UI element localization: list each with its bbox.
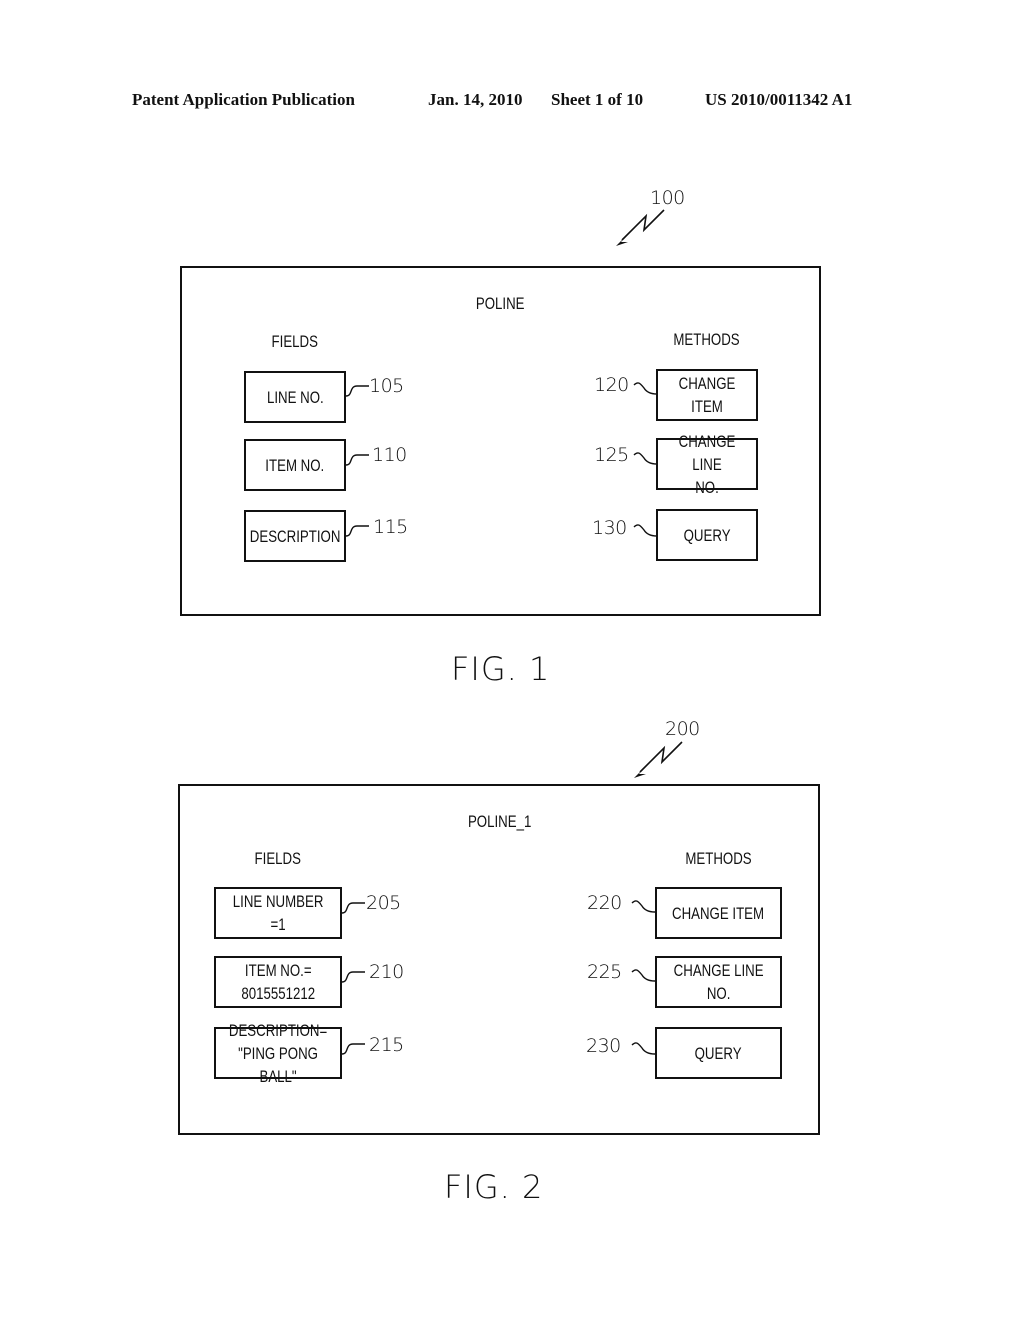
figure-1-pointer-arrow-icon [616, 209, 665, 246]
leader-line-icon [633, 452, 658, 465]
figure-2-method-ref: 230 [586, 1035, 621, 1057]
leader-line-icon [633, 382, 658, 395]
figure-2-ref: 200 [665, 718, 700, 740]
figure-1-fields-heading: FIELDS [271, 332, 319, 351]
sheet-number: Sheet 1 of 10 [551, 90, 644, 109]
leader-line-icon [631, 969, 656, 982]
figure-2-field-line-number: LINE NUMBER =1 [214, 887, 342, 939]
figure-1-field-line-no: LINE NO. [244, 371, 346, 423]
publication-date: Jan. 14, 2010 [428, 90, 523, 109]
figure-1-method-query: QUERY [656, 509, 758, 561]
figure-2-method-ref: 220 [587, 892, 622, 914]
publication-title: Patent Application Publication [132, 90, 355, 109]
leader-line-icon [345, 385, 369, 397]
figure-2-pointer-arrow-icon [634, 741, 683, 778]
figure-1-methods-heading: METHODS [672, 330, 740, 349]
figure-1-caption: FIG. 1 [451, 650, 551, 688]
figure-2-methods-heading: METHODS [684, 849, 752, 868]
figure-2-field-ref: 215 [369, 1034, 404, 1056]
figure-1-field-ref: 105 [369, 375, 404, 397]
figure-2-method-change-line-no: CHANGE LINE NO. [655, 956, 782, 1008]
figure-1-method-ref: 120 [594, 374, 629, 396]
figure-2-field-item-no: ITEM NO.= 8015551212 [214, 956, 342, 1008]
figure-1-object-title: POLINE [475, 294, 525, 313]
leader-line-icon [341, 902, 365, 914]
figure-2-method-query: QUERY [655, 1027, 782, 1079]
figure-1-method-ref: 130 [592, 517, 627, 539]
figure-1-field-ref: 115 [373, 516, 408, 538]
figure-1-field-item-no: ITEM NO. [244, 439, 346, 491]
figure-2-field-ref: 210 [369, 961, 404, 983]
figure-2-method-change-item: CHANGE ITEM [655, 887, 782, 939]
leader-line-icon [345, 525, 369, 537]
leader-line-icon [631, 1042, 656, 1055]
figure-1-method-ref: 125 [594, 444, 629, 466]
figure-2-field-ref: 205 [366, 892, 401, 914]
figure-2-object-title: POLINE_1 [468, 812, 532, 831]
figure-2-field-description: DESCRIPTION= "PING PONG BALL" [214, 1021, 342, 1086]
figure-1-method-change-item: CHANGE ITEM [656, 369, 758, 421]
figure-2-fields-heading: FIELDS [254, 849, 302, 868]
leader-line-icon [341, 1043, 365, 1055]
leader-line-icon [631, 900, 656, 913]
figure-1-method-change-line-no: CHANGE LINE NO. [656, 432, 758, 497]
leader-line-icon [345, 454, 369, 466]
figure-1-field-ref: 110 [372, 444, 407, 466]
figure-1-ref: 100 [650, 187, 685, 209]
figure-1-field-description: DESCRIPTION [244, 510, 346, 562]
leader-line-icon [341, 971, 365, 983]
leader-line-icon [633, 524, 658, 537]
patent-number: US 2010/0011342 A1 [705, 90, 853, 109]
figure-2-caption: FIG. 2 [444, 1168, 544, 1206]
figure-2-method-ref: 225 [587, 961, 622, 983]
